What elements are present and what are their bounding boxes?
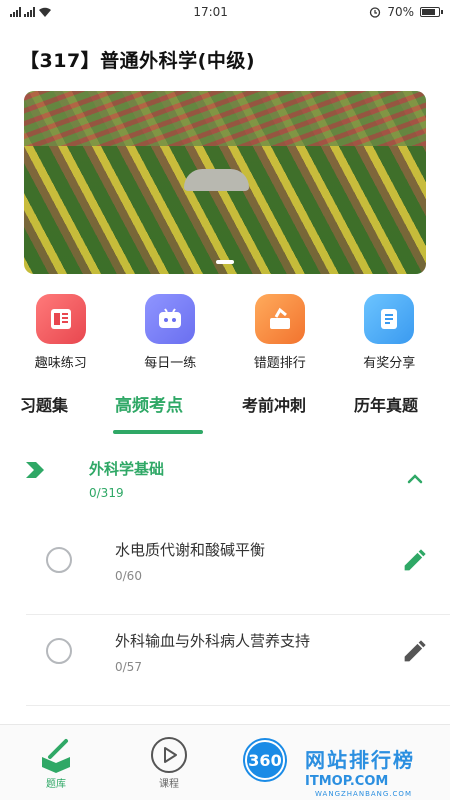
quick-action-share[interactable]: 有奖分享 [344,294,434,371]
nav-course[interactable]: 课程 [139,735,199,790]
banner-image[interactable] [24,91,426,274]
alarm-icon [370,7,381,18]
bottom-nav: 题库 课程 [0,724,450,800]
wrong-ranking-icon [254,294,305,344]
battery-icon [419,7,443,17]
tab-sprint[interactable]: 考前冲刺 [242,392,306,416]
signal-indicators [10,7,52,18]
list-item[interactable]: 外科输血与外科病人营养支持 0/57 [26,616,450,706]
wifi-icon [39,7,51,17]
quick-action-daily[interactable]: 每日一练 [125,294,215,371]
section-progress: 0/319 [89,486,124,500]
play-icon [151,737,187,773]
status-bar: 17:01 70% [0,0,450,24]
tab-bar: 习题集 高频考点 考前冲刺 历年真题 [0,390,450,438]
item-title: 外科输血与外科病人营养支持 [115,632,311,650]
nav-question-bank[interactable]: 题库 [26,735,86,790]
question-bank-icon [42,739,70,773]
section-title: 外科学基础 [89,460,165,478]
quick-action-practice[interactable]: 趣味练习 [16,294,106,371]
status-time: 17:01 [193,5,228,19]
share-icon [364,294,415,344]
arrow-right-icon [26,462,44,478]
pencil-icon[interactable] [400,547,428,575]
daily-icon [145,294,196,344]
tab-exercise-set[interactable]: 习题集 [20,392,68,416]
progress-circle-icon [46,547,72,573]
tab-high-frequency[interactable]: 高频考点 [115,391,183,416]
pencil-icon[interactable] [400,638,428,666]
list-item[interactable]: 水电质代谢和酸碱平衡 0/60 [26,525,450,615]
item-progress: 0/57 [115,660,142,674]
practice-icon [35,294,86,344]
quick-action-wrong-ranking[interactable]: 错题排行 [235,294,325,371]
battery-percent: 70% [387,5,414,19]
item-progress: 0/60 [115,569,142,583]
quick-actions: 趣味练习 每日一练 错题排行 有奖分享 [0,294,450,371]
item-title: 水电质代谢和酸碱平衡 [115,541,266,559]
tab-past-exams[interactable]: 历年真题 [354,392,418,416]
page-title: 【317】普通外科学(中级) [20,50,256,72]
progress-circle-icon [46,638,72,664]
section-header[interactable]: 外科学基础 0/319 [0,450,450,514]
banner-pagination [216,260,234,264]
active-tab-indicator [113,430,203,434]
signal-icon [10,7,21,17]
signal-icon [24,7,35,17]
chevron-up-icon[interactable] [404,468,426,490]
